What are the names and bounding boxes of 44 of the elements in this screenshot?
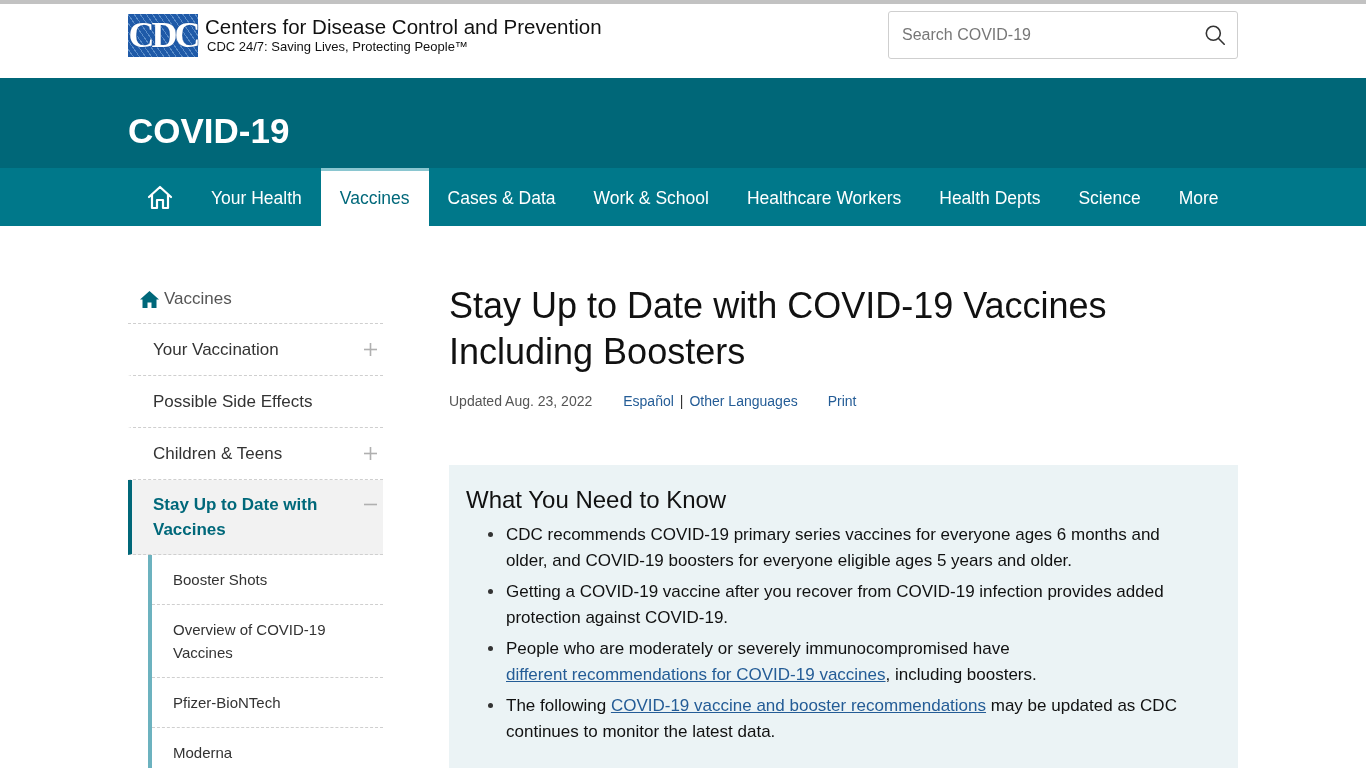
nav-tab[interactable]: Work & School — [574, 168, 728, 226]
bullet-icon — [488, 646, 493, 651]
bullet-icon — [488, 532, 493, 537]
nav-tab[interactable]: More — [1159, 168, 1238, 226]
inline-link[interactable]: different recommendations for COVID-19 vaccines — [506, 664, 886, 684]
nav-tab[interactable]: Healthcare Workers — [727, 168, 921, 226]
sidebar-subitem[interactable]: Moderna — [152, 728, 383, 768]
search-field[interactable]: Search COVID-19 — [888, 11, 1238, 59]
nav-tab[interactable]: Health Depts — [920, 168, 1060, 226]
bullet-text: Getting a COVID-19 vaccine after you recover from COVID-19 infection provides added protection against COVID-19. — [506, 581, 1165, 629]
print-link[interactable]: Print — [827, 391, 857, 411]
nav-tab[interactable]: Vaccines — [320, 168, 429, 226]
home-icon — [140, 290, 159, 308]
bullet-text: People who are moderately or severely immunocompromised have different recommendations for COVID-19 vaccines, including boosters. — [506, 638, 1038, 686]
site-tagline: CDC 24/7: Saving Lives, Protecting People™ — [207, 39, 469, 55]
language-link[interactable]: Español — [623, 391, 674, 411]
plus-icon[interactable] — [364, 447, 377, 460]
nav-tab[interactable]: Your Health — [192, 168, 321, 226]
language-link[interactable]: Other Languages — [689, 391, 798, 411]
section-title: COVID-19 — [128, 110, 290, 152]
bullet-text: The following COVID-19 vaccine and booster recommendations may be updated as CDC continues to monitor the latest data. — [506, 695, 1178, 743]
updated-date: Updated Aug. 23, 2022 — [449, 392, 593, 411]
nav-tab[interactable]: Science — [1059, 168, 1160, 226]
separator: | — [679, 392, 684, 411]
page-title: Stay Up to Date with COVID-19 Vaccines Including Boosters — [449, 284, 1108, 374]
callout-title: What You Need to Know — [466, 485, 728, 515]
bullet-icon — [488, 589, 493, 594]
sidebar-item[interactable]: Your Vaccination — [128, 324, 383, 376]
plus-icon[interactable] — [364, 343, 377, 356]
nav-tab[interactable]: Cases & Data — [428, 168, 575, 226]
search-icon[interactable] — [1205, 25, 1225, 45]
sidebar-home-link[interactable]: Vaccines — [128, 283, 383, 324]
site-title: Centers for Disease Control and Prevention — [205, 15, 602, 39]
sidebar-item[interactable]: Possible Side Effects — [128, 376, 383, 428]
sidebar-item[interactable]: Stay Up to Date with Vaccines — [128, 480, 383, 555]
home-icon[interactable] — [146, 184, 174, 210]
sidebar-subitem[interactable]: Overview of COVID-19 Vaccines — [152, 605, 383, 678]
sidebar-subitem[interactable]: Pfizer-BioNTech — [152, 678, 383, 728]
logo[interactable]: CDC — [128, 13, 198, 57]
bullet-icon — [488, 703, 493, 708]
sidebar-home-label: Vaccines — [164, 289, 232, 309]
inline-link[interactable]: COVID-19 vaccine and booster recommendations — [610, 696, 987, 715]
bullet-text: CDC recommends COVID-19 primary series vaccines for everyone ages 6 months and older, and COVID-19 boosters for everyone eligible ages 5 years and older. — [506, 524, 1161, 572]
sidebar-subitem[interactable]: Booster Shots — [152, 555, 383, 605]
